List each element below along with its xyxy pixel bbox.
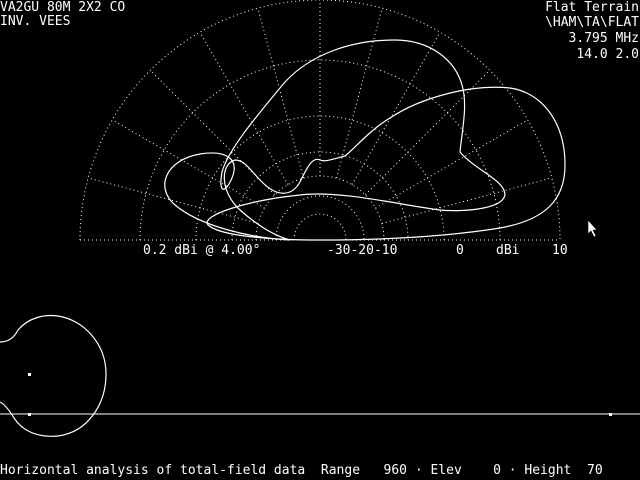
polar-ring-6 (275, 195, 365, 241)
elevation-lobe-curve (0, 314, 107, 437)
polar-spoke (351, 31, 441, 185)
ground-marker-right (609, 413, 612, 416)
mouse-pointer-icon (587, 219, 598, 238)
db-unit-label: dBi (496, 243, 520, 258)
plot-canvas (0, 0, 640, 437)
polar-ring-5 (255, 175, 385, 241)
db-max-label: 10 (552, 243, 568, 258)
ground-marker-left (28, 413, 31, 416)
peak-gain-label: 0.2 dBi @ 4.00° (143, 243, 261, 258)
polar-ring-7 (293, 213, 347, 241)
polar-spoke (111, 119, 265, 209)
db-scale-labels: -30-20-10 (327, 243, 398, 258)
db-zero-label: 0 (456, 243, 464, 258)
polar-ring-4 (231, 151, 409, 241)
polar-spoke (381, 177, 552, 224)
antenna-point-marker (28, 373, 31, 376)
polar-spoke (336, 8, 383, 179)
status-bar: Horizontal analysis of total-field data … (0, 463, 603, 478)
polar-spoke (199, 31, 289, 185)
polar-grid (79, 0, 561, 241)
polar-ring-3 (195, 115, 445, 241)
polar-spoke (88, 177, 259, 224)
radiation-pattern-curve (164, 39, 566, 241)
polar-spoke (257, 8, 304, 179)
